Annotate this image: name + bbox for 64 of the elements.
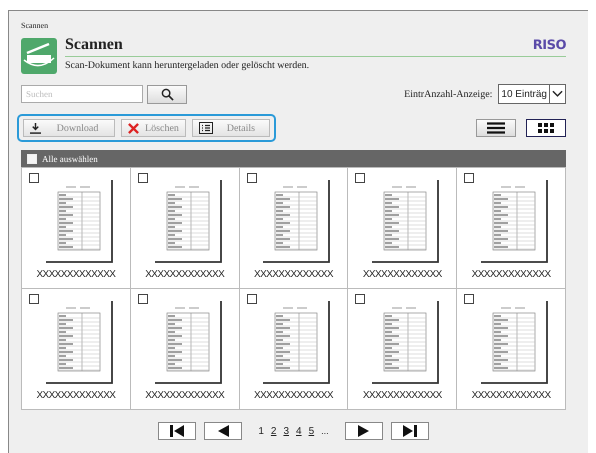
breadcrumb: Scannen [21,21,50,30]
file-name: XXXXXXXXXXXXX [254,269,333,280]
file-card[interactable]: XXXXXXXXXXXXX [22,168,131,289]
brand-logo: RISO [532,38,566,52]
file-checkbox[interactable] [29,294,39,304]
file-card[interactable]: XXXXXXXXXXXXX [348,168,458,289]
previous-page-button[interactable] [204,422,242,440]
left-triangle-icon [217,425,230,437]
next-page-button[interactable] [344,422,383,440]
file-card[interactable]: XXXXXXXXXXXXX [457,289,566,410]
download-icon [30,122,41,134]
page-link[interactable]: 2 [270,426,276,436]
file-name: XXXXXXXXXXXXX [362,269,442,280]
file-name: XXXXXXXXXXXXX [145,269,224,280]
file-checkbox[interactable] [138,294,148,304]
file-name: XXXXXXXXXXXXX [472,269,551,280]
grid-view-button[interactable] [526,119,566,137]
file-card[interactable]: XXXXXXXXXXXXX [240,289,348,410]
grid-icon [538,123,554,133]
select-all-label: Alle auswählen [42,154,98,164]
file-checkbox[interactable] [355,173,366,183]
first-page-icon [170,425,184,437]
file-card[interactable]: XXXXXXXXXXXXX [130,168,240,289]
select-all-checkbox[interactable] [27,154,37,164]
file-name: XXXXXXXXXXXXX [472,390,551,401]
file-name: XXXXXXXXXXXXX [362,390,442,401]
page-link[interactable]: 5 [308,426,314,436]
scanner-icon [21,38,57,74]
file-card[interactable]: XXXXXXXXXXXXX [457,168,566,289]
more-pages-ellipsis: ... [321,426,329,436]
file-checkbox[interactable] [29,173,39,183]
file-card[interactable]: XXXXXXXXXXXXX [130,289,240,410]
list-icon [198,122,213,134]
file-card[interactable]: XXXXXXXXXXXXX [348,289,458,410]
search-field[interactable]: Suchen [21,85,143,103]
page-link[interactable]: 3 [283,426,290,436]
file-checkbox[interactable] [464,294,474,304]
first-page-button[interactable] [158,422,196,440]
chevron-icon [549,85,565,103]
file-name: XXXXXXXXXXXXX [254,390,333,401]
entries-label: EintrAnzahl-Anzeige: [404,88,492,100]
entries-dropdown[interactable]: 10 Einträg [498,84,566,104]
page-title: Scannen [65,36,123,54]
file-checkbox[interactable] [464,173,474,183]
last-page-button[interactable] [390,422,429,440]
file-checkbox[interactable] [355,294,366,304]
cross-icon [128,122,139,134]
file-name: XXXXXXXXXXXXX [36,390,116,401]
last-page-icon [402,425,417,437]
search-button[interactable] [147,84,187,104]
search-icon [160,88,174,100]
file-name: XXXXXXXXXXXXX [36,269,116,280]
right-triangle-icon [358,425,370,437]
page-description: Scan-Dokument kann heruntergeladen oder gelöscht werden. [65,60,310,71]
file-name: XXXXXXXXXXXXX [145,390,224,401]
file-checkbox[interactable] [138,173,148,183]
page-link[interactable]: 4 [296,426,302,436]
file-checkbox[interactable] [246,294,257,304]
menu-icon [487,122,505,134]
page-link[interactable]: 1 [258,426,264,436]
file-card[interactable]: XXXXXXXXXXXXX [240,168,348,289]
file-card[interactable]: XXXXXXXXXXXXX [22,289,131,410]
file-checkbox[interactable] [246,173,257,183]
list-view-button[interactable] [476,119,516,137]
